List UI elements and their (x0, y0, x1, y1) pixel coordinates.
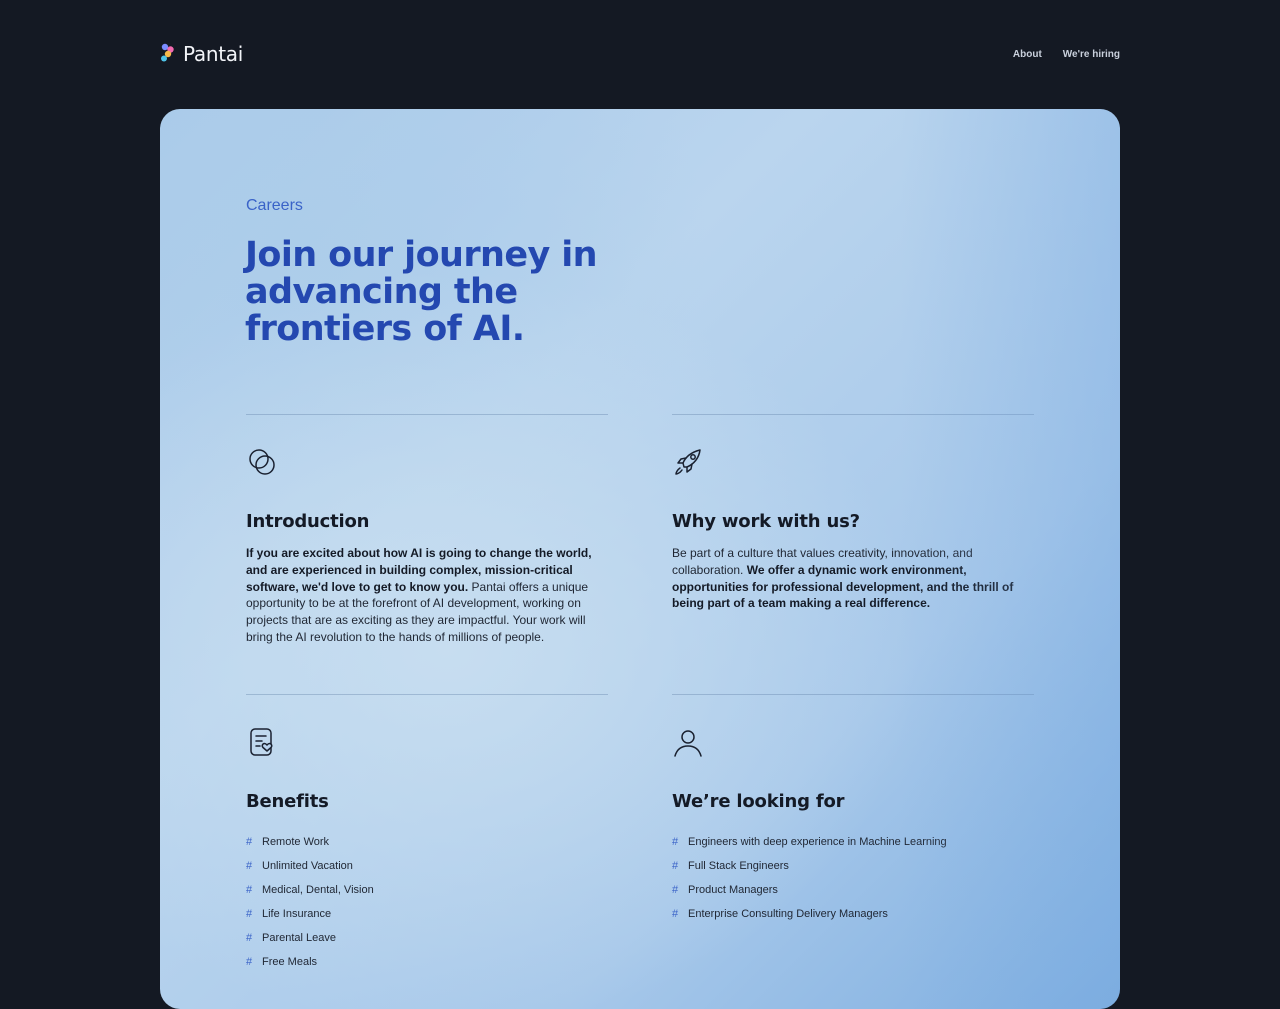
list-item: # Parental Leave (246, 926, 374, 950)
nav-link-hiring[interactable]: We're hiring (1063, 49, 1120, 60)
list-item-label: Engineers with deep experience in Machin… (688, 836, 947, 848)
list-item-label: Full Stack Engineers (688, 860, 789, 872)
document-heart-icon (250, 728, 273, 756)
rocket-icon (675, 449, 701, 475)
brand-name: Pantai (183, 42, 243, 66)
section-title: Benefits (246, 791, 329, 812)
list-item: # Free Meals (246, 950, 374, 974)
list-item: # Unlimited Vacation (246, 854, 374, 878)
section-divider (672, 414, 1034, 415)
introduction-section: Introduction If you are excited about ho… (246, 414, 608, 644)
list-item-label: Life Insurance (262, 908, 332, 920)
hash-icon: # (672, 908, 679, 920)
list-item: # Product Managers (672, 878, 947, 902)
overlapping-circles-icon (249, 449, 275, 475)
section-title: Introduction (246, 511, 370, 532)
list-item-label: Parental Leave (262, 932, 336, 944)
section-title: We’re looking for (672, 791, 845, 812)
looking-for-section: We’re looking for # Engineers with deep e… (672, 694, 1034, 920)
why-work-section: Why work with us? Be part of a culture t… (672, 414, 1034, 610)
top-navigation: Pantai About We're hiring (160, 40, 1120, 70)
page-title: Join our journey in advancing the fronti… (245, 235, 598, 349)
list-item-label: Product Managers (688, 884, 778, 896)
list-item: # Full Stack Engineers (672, 854, 947, 878)
section-title: Why work with us? (672, 511, 860, 532)
eyebrow-label: Careers (246, 197, 303, 214)
hash-icon: # (246, 956, 253, 968)
user-icon (674, 730, 702, 757)
brand-logo[interactable]: Pantai (160, 42, 243, 66)
nav-link-about[interactable]: About (1013, 49, 1042, 60)
hash-icon: # (246, 908, 253, 920)
section-body: If you are excited about how AI is going… (246, 545, 608, 646)
list-item-label: Free Meals (262, 956, 318, 968)
list-item: # Engineers with deep experience in Machi… (672, 830, 947, 854)
main-nav: About We're hiring (1013, 49, 1120, 60)
list-item-label: Medical, Dental, Vision (262, 884, 374, 896)
list-item: # Remote Work (246, 830, 374, 854)
pantai-logo-icon (161, 43, 174, 62)
section-divider (246, 414, 608, 415)
list-item: # Life Insurance (246, 902, 374, 926)
roles-list: # Engineers with deep experience in Machi… (672, 830, 947, 926)
section-body: Be part of a culture that values creativ… (672, 545, 1034, 612)
section-divider (672, 694, 1034, 695)
careers-card: Careers Join our journey in advancing th… (160, 109, 1120, 1009)
benefits-section: Benefits # Remote Work # Unlimited Vacatio… (246, 694, 608, 968)
hash-icon: # (672, 884, 679, 896)
list-item-label: Remote Work (262, 836, 330, 848)
hash-icon: # (672, 860, 679, 872)
hash-icon: # (672, 836, 679, 848)
list-item-label: Unlimited Vacation (262, 860, 353, 872)
list-item: # Enterprise Consulting Delivery Managers (672, 902, 947, 926)
hash-icon: # (246, 836, 253, 848)
section-divider (246, 694, 608, 695)
hash-icon: # (246, 932, 253, 944)
benefits-list: # Remote Work # Unlimited Vacation # Medica… (246, 830, 374, 974)
list-item: # Medical, Dental, Vision (246, 878, 374, 902)
hash-icon: # (246, 884, 253, 896)
hash-icon: # (246, 860, 253, 872)
list-item-label: Enterprise Consulting Delivery Managers (688, 908, 888, 920)
